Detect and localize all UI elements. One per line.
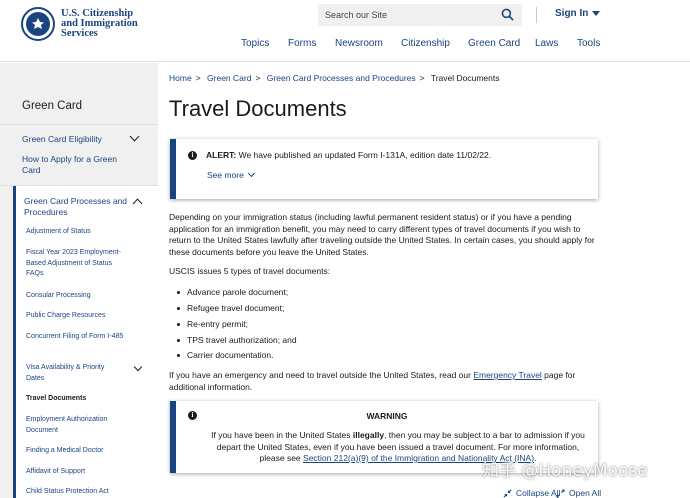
alert-box: i ALERT: We have published an updated Fo… xyxy=(170,139,598,199)
chevron-down-icon[interactable] xyxy=(129,131,140,142)
see-more-button[interactable]: See more xyxy=(207,169,255,180)
page-title: Travel Documents xyxy=(169,96,347,121)
emergency-travel-link[interactable]: Emergency Travel xyxy=(473,370,542,380)
nav-newsroom[interactable]: Newsroom xyxy=(335,38,383,49)
breadcrumb-processes[interactable]: Green Card Processes and Procedures xyxy=(267,73,416,83)
uscis-logo[interactable]: U.S. Citizenship and Immigration Service… xyxy=(21,7,138,41)
main-nav: Topics Forms Newsroom Citizenship Green … xyxy=(0,38,690,52)
nav-topics[interactable]: Topics xyxy=(241,38,269,49)
sidebar-subitem-public-charge[interactable]: Public Charge Resources xyxy=(26,311,130,322)
collapse-all-button[interactable]: Collapse All xyxy=(503,488,560,498)
emergency-paragraph: If you have an emergency and need to tra… xyxy=(169,370,576,392)
nav-green-card[interactable]: Green Card xyxy=(468,38,520,49)
sidebar-item-processes-procedures[interactable]: Green Card Processes and Procedures xyxy=(24,196,128,218)
sidebar-subitem-medical-doctor[interactable]: Finding a Medical Doctor xyxy=(26,446,130,457)
open-all-button[interactable]: Open All xyxy=(556,488,601,498)
nav-laws[interactable]: Laws xyxy=(535,38,558,49)
breadcrumb-current: Travel Documents xyxy=(430,73,500,83)
nav-forms[interactable]: Forms xyxy=(288,38,316,49)
sidebar-subitem-adjustment-of-status[interactable]: Adjustment of Status xyxy=(26,227,130,238)
warning-title: WARNING xyxy=(366,411,408,421)
dhs-seal-icon xyxy=(21,7,55,41)
list-item: Re-entry permit; xyxy=(177,319,248,329)
header-divider xyxy=(536,7,537,23)
site-header: U.S. Citizenship and Immigration Service… xyxy=(0,0,690,62)
search-input[interactable] xyxy=(318,4,498,26)
sidebar-subitem-ead[interactable]: Employment Authorization Document xyxy=(26,415,124,436)
chevron-down-icon[interactable] xyxy=(133,362,143,372)
sidebar-subitem-cspa[interactable]: Child Status Protection Act xyxy=(26,487,130,498)
search-icon xyxy=(501,8,514,21)
info-icon: i xyxy=(188,151,197,160)
list-item: Carrier documentation. xyxy=(177,350,273,360)
sidebar-item-green-card-eligibility[interactable]: Green Card Eligibility xyxy=(22,134,102,145)
intro-paragraph: Depending on your immigration status (in… xyxy=(169,212,595,257)
breadcrumb-green-card[interactable]: Green Card xyxy=(207,73,251,83)
sidebar-expanded-section: Green Card Processes and Procedures Adju… xyxy=(13,186,158,498)
sign-in-label: Sign In xyxy=(555,8,589,19)
sidebar-subitem-affidavit-support[interactable]: Affidavit of Support xyxy=(26,467,130,478)
nav-citizenship[interactable]: Citizenship xyxy=(401,38,450,49)
sidebar: Green Card Green Card Eligibility How to… xyxy=(0,63,158,498)
expand-icon xyxy=(556,488,565,498)
list-item: Advance parole document; xyxy=(177,287,288,297)
breadcrumb: Home > Green Card > Green Card Processes a… xyxy=(169,73,500,83)
chevron-down-icon xyxy=(247,169,255,178)
sign-in-menu[interactable]: Sign In xyxy=(555,8,601,19)
alert-text: ALERT: We have published an updated Form… xyxy=(206,150,492,160)
caret-down-icon xyxy=(592,11,601,16)
types-intro: USCIS issues 5 types of travel documents… xyxy=(169,266,331,276)
watermark: 知乎 @HoneyMoose xyxy=(482,461,648,481)
sidebar-title[interactable]: Green Card xyxy=(22,100,82,112)
agency-name: U.S. Citizenship and Immigration Service… xyxy=(61,8,138,39)
search-box xyxy=(318,4,522,26)
breadcrumb-home[interactable]: Home xyxy=(169,73,192,83)
sidebar-divider xyxy=(0,124,158,125)
collapse-icon xyxy=(503,489,512,497)
sidebar-subitem-fy2023-faqs[interactable]: Fiscal Year 2023 Employment-Based Adjust… xyxy=(26,248,130,280)
search-button[interactable] xyxy=(500,8,514,22)
chevron-up-icon[interactable] xyxy=(132,198,143,209)
list-item: Refugee travel document; xyxy=(177,303,284,313)
sidebar-item-how-to-apply[interactable]: How to Apply for a Green Card xyxy=(22,154,122,176)
list-item: TPS travel authorization; and xyxy=(177,335,297,345)
sidebar-subitem-concurrent-filing[interactable]: Concurrent Filing of Form I-485 xyxy=(26,332,124,343)
sidebar-subitem-consular-processing[interactable]: Consular Processing xyxy=(26,291,130,302)
sidebar-subitem-travel-documents[interactable]: Travel Documents xyxy=(26,394,130,405)
sidebar-subitem-visa-availability[interactable]: Visa Availability & Priority Dates xyxy=(26,363,118,384)
nav-tools[interactable]: Tools xyxy=(577,38,600,49)
